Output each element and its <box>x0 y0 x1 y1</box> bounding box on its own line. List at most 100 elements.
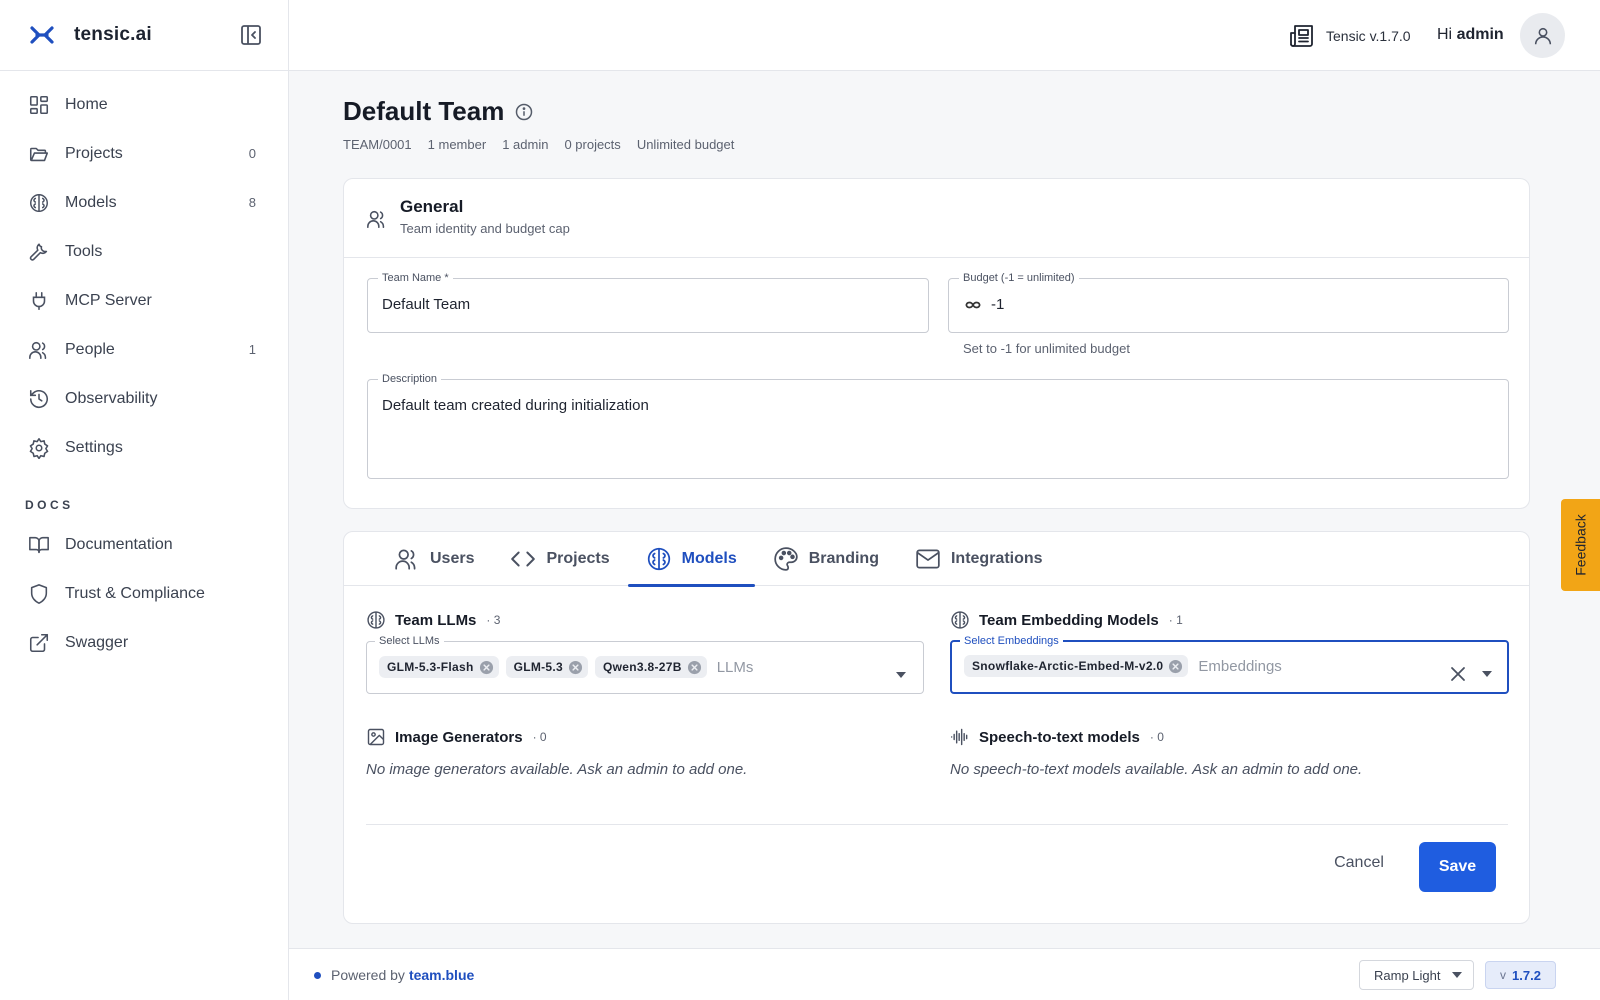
nav-item-count: 8 <box>248 195 256 210</box>
gear-icon <box>29 437 49 459</box>
description-value[interactable]: Default team created during initializati… <box>382 397 1494 414</box>
embedding-models-title: Team Embedding Models <box>979 611 1159 629</box>
cancel-button[interactable]: Cancel <box>1325 845 1393 881</box>
nav-item-label: Projects <box>65 144 123 162</box>
nav-item-label: Trust & Compliance <box>65 584 205 602</box>
tab-integrations[interactable]: Integrations <box>897 532 1061 586</box>
remove-chip-icon[interactable] <box>568 660 583 675</box>
nav-item-trust-compliance[interactable]: Trust & Compliance <box>0 569 288 618</box>
footer: Powered by team.blue Ramp Light v 1.7.2 <box>289 948 1600 1000</box>
image-generators-count: · 0 <box>532 730 547 744</box>
budget-label: Budget (-1 = unlimited) <box>963 272 1075 284</box>
tab-models[interactable]: Models <box>627 532 755 587</box>
team-tabs-card: Users Projects Models Branding Integrati… <box>343 531 1530 924</box>
nav-item-observability[interactable]: Observability <box>0 374 288 423</box>
description-field[interactable]: Description Default team created during … <box>367 373 1509 479</box>
dashboard-icon <box>29 95 49 114</box>
team-name-value[interactable]: Default Team <box>382 296 914 313</box>
nav-item-people[interactable]: People 1 <box>0 325 288 374</box>
tab-users[interactable]: Users <box>376 532 492 586</box>
nav-item-label: People <box>65 340 115 358</box>
nav-item-count: 1 <box>248 342 256 357</box>
description-label: Description <box>382 373 438 385</box>
top-bar: Tensic v.1.7.0 Hi admin <box>289 0 1600 71</box>
tab-label: Projects <box>546 550 610 567</box>
embeddings-select-label: Select Embeddings <box>964 635 1059 647</box>
chip-label: Qwen3.8-27B <box>603 660 682 674</box>
theme-select[interactable]: Ramp Light <box>1359 960 1474 990</box>
team-meta: TEAM/0001 1 member 1 admin 0 projects Un… <box>343 137 750 152</box>
remove-chip-icon[interactable] <box>1168 659 1183 674</box>
meta-item: 1 member <box>427 137 487 152</box>
speech-to-text-count: · 0 <box>1149 730 1164 744</box>
llms-select[interactable]: Select LLMs GLM-5.3-Flash GLM-5.3 Qwen3.… <box>366 635 924 694</box>
brain-icon <box>647 547 670 571</box>
powered-by: Powered by team.blue <box>314 967 474 983</box>
release-notes[interactable]: Tensic v.1.7.0 <box>1288 22 1411 50</box>
team-llms-count: · 3 <box>486 613 501 627</box>
avatar[interactable] <box>1520 13 1565 58</box>
nav-item-models[interactable]: Models 8 <box>0 178 288 227</box>
llm-chip: GLM-5.3-Flash <box>379 656 499 678</box>
team-llms-title: Team LLMs <box>395 611 477 629</box>
meta-item: 1 admin <box>502 137 549 152</box>
brain-icon <box>30 193 48 212</box>
nav-item-label: Observability <box>65 389 158 407</box>
llm-chip: Qwen3.8-27B <box>595 656 707 678</box>
status-dot <box>314 971 321 979</box>
tab-branding[interactable]: Branding <box>755 532 897 586</box>
nav-item-tools[interactable]: Tools <box>0 227 288 276</box>
brain-icon <box>951 611 969 629</box>
chevron-down-icon[interactable] <box>1479 666 1495 682</box>
brain-icon <box>367 611 385 629</box>
feedback-button[interactable]: Feedback <box>1561 499 1600 591</box>
user-icon <box>1534 27 1551 44</box>
llms-placeholder[interactable]: LLMs <box>717 659 754 676</box>
app-version: Tensic v.1.7.0 <box>1326 28 1411 44</box>
powered-by-link[interactable]: team.blue <box>409 967 474 983</box>
mail-icon <box>916 549 940 569</box>
team-name-field[interactable]: Team Name * Default Team <box>367 272 929 333</box>
nav-item-mcp-server[interactable]: MCP Server <box>0 276 288 325</box>
nav-item-documentation[interactable]: Documentation <box>0 520 288 569</box>
folder-icon <box>29 147 49 161</box>
nav-item-projects[interactable]: Projects 0 <box>0 129 288 178</box>
chevron-down-icon <box>1452 972 1462 978</box>
main-content: Default Team TEAM/0001 1 member 1 admin … <box>289 71 1600 948</box>
brand: tensic.ai <box>0 0 288 71</box>
save-button[interactable]: Save <box>1419 842 1496 892</box>
chevron-down-icon[interactable] <box>893 667 909 683</box>
embeddings-placeholder[interactable]: Embeddings <box>1198 658 1281 675</box>
tab-label: Models <box>681 550 737 567</box>
tab-label: Integrations <box>950 550 1043 567</box>
speech-to-text-title: Speech-to-text models <box>979 728 1140 746</box>
nav-item-label: Home <box>65 95 108 113</box>
collapse-sidebar-icon[interactable] <box>239 23 263 47</box>
greeting-prefix: Hi <box>1437 26 1453 43</box>
users-icon <box>367 210 385 229</box>
divider <box>366 824 1508 825</box>
chip-label: Snowflake-Arctic-Embed-M-v2.0 <box>972 659 1164 673</box>
llm-chip: GLM-5.3 <box>505 656 589 678</box>
shield-icon <box>30 583 48 604</box>
audio-waveform-icon <box>950 728 968 746</box>
budget-help-text: Set to -1 for unlimited budget <box>963 341 1130 356</box>
budget-field[interactable]: Budget (-1 = unlimited) -1 <box>948 272 1509 333</box>
budget-value[interactable]: -1 <box>991 296 1004 313</box>
general-subtitle: Team identity and budget cap <box>400 221 570 236</box>
chip-label: GLM-5.3 <box>513 660 564 674</box>
nav-item-swagger[interactable]: Swagger <box>0 618 288 667</box>
embeddings-select[interactable]: Select Embeddings Snowflake-Arctic-Embed… <box>950 635 1509 694</box>
meta-item: 0 projects <box>564 137 621 152</box>
embedding-chip: Snowflake-Arctic-Embed-M-v2.0 <box>964 655 1189 677</box>
remove-chip-icon[interactable] <box>479 660 494 675</box>
nav-item-home[interactable]: Home <box>0 80 288 129</box>
book-icon <box>29 536 49 553</box>
nav-item-settings[interactable]: Settings <box>0 423 288 472</box>
info-icon[interactable] <box>515 103 533 121</box>
general-header: General Team identity and budget cap <box>344 179 1529 258</box>
tab-projects[interactable]: Projects <box>492 532 627 586</box>
remove-chip-icon[interactable] <box>687 660 702 675</box>
clear-icon[interactable] <box>1449 665 1467 683</box>
nav-item-label: Documentation <box>65 535 173 553</box>
